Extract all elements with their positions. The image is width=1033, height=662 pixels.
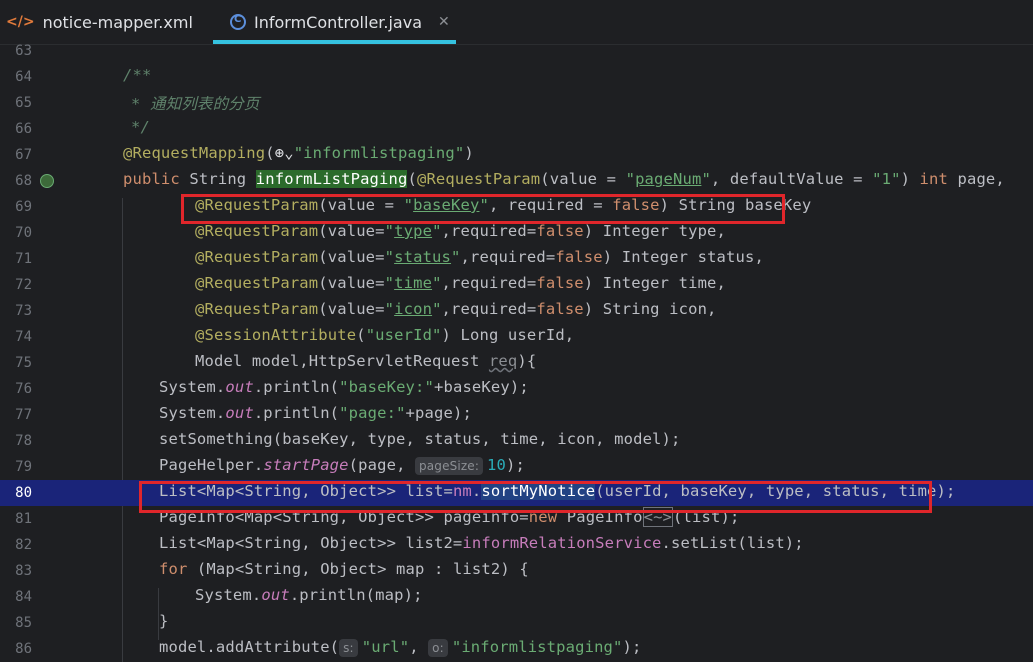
param-hint: o: [428, 639, 448, 657]
line-number: 72 [15, 277, 32, 293]
code-text: System.out.println("page:"+page); [159, 404, 472, 422]
code-line: 84 System.out.println(map); [0, 584, 1033, 610]
xml-file-icon: </> [6, 14, 35, 30]
tab-label: InformController.java [254, 12, 423, 32]
line-number: 79 [15, 459, 32, 475]
highlight-box [181, 194, 785, 224]
code-text: * 通知列表的分页 [131, 95, 260, 113]
param-hint: s: [339, 639, 358, 657]
line-number: 84 [15, 589, 32, 605]
web-endpoint-icon[interactable] [40, 174, 54, 188]
code-line: 85 } [0, 610, 1033, 636]
line-number: 70 [15, 225, 32, 241]
code-text: */ [131, 118, 150, 136]
code-text: @RequestParam(value="time",required=fals… [195, 274, 727, 292]
highlight-box [139, 481, 932, 513]
line-number: 63 [15, 43, 32, 59]
code-line: 79 PageHelper.startPage(page, pageSize: 1… [0, 454, 1033, 480]
code-line: 65 * 通知列表的分页 [0, 90, 1033, 116]
line-number: 76 [15, 381, 32, 397]
code-editor[interactable]: 63 64 /** 65 * 通知列表的分页 66 */ 67 @Request… [0, 38, 1033, 662]
code-text: setSomething(baseKey, type, status, time… [159, 430, 681, 448]
code-text: @RequestParam(value="icon",required=fals… [195, 300, 717, 318]
line-number: 68 [15, 173, 32, 189]
line-number: 65 [15, 95, 32, 111]
code-text: model.addAttribute(s: "url", o: "informlis… [159, 638, 642, 657]
code-text: @RequestMapping(⊕⌄"informlistpaging") [123, 144, 474, 162]
line-number: 69 [15, 199, 32, 215]
code-line: 73 @RequestParam(value="icon",required=f… [0, 298, 1033, 324]
java-class-icon [230, 14, 246, 30]
code-text: /** [123, 66, 152, 84]
code-text: System.out.println(map); [195, 586, 423, 604]
line-number: 74 [15, 329, 32, 345]
line-number: 83 [15, 563, 32, 579]
code-line: 83 for (Map<String, Object> map : list2)… [0, 558, 1033, 584]
code-line: 71 @RequestParam(value="status",required… [0, 246, 1033, 272]
code-line: 78 setSomething(baseKey, type, status, t… [0, 428, 1033, 454]
line-number: 85 [15, 615, 32, 631]
code-line: 75 Model model,HttpServletRequest req){ [0, 350, 1033, 376]
code-line: 68 public String informListPaging(@Reque… [0, 168, 1033, 194]
line-number: 71 [15, 251, 32, 267]
line-number: 77 [15, 407, 32, 423]
code-text: System.out.println("baseKey:"+baseKey); [159, 378, 529, 396]
code-text: for (Map<String, Object> map : list2) { [159, 560, 529, 578]
code-line: 86 model.addAttribute(s: "url", o: "inform… [0, 636, 1033, 662]
code-text: Model model,HttpServletRequest req){ [195, 352, 537, 370]
code-line: 74 @SessionAttribute("userId") Long user… [0, 324, 1033, 350]
code-text: @SessionAttribute("userId") Long userId, [195, 326, 575, 344]
line-number: 81 [15, 511, 32, 527]
line-number: 86 [15, 641, 32, 657]
code-line: 76 System.out.println("baseKey:"+baseKey… [0, 376, 1033, 402]
code-text: @RequestParam(value="type",required=fals… [195, 222, 727, 240]
line-number: 75 [15, 355, 32, 371]
code-line: 67 @RequestMapping(⊕⌄"informlistpaging") [0, 142, 1033, 168]
line-number: 78 [15, 433, 32, 449]
line-number: 80 [15, 485, 32, 501]
code-line: 82 List<Map<String, Object>> list2=infor… [0, 532, 1033, 558]
code-line: 63 [0, 38, 1033, 64]
line-number: 73 [15, 303, 32, 319]
line-number: 67 [15, 147, 32, 163]
code-text: @RequestParam(value="status",required=fa… [195, 248, 764, 266]
code-line: 72 @RequestParam(value="time",required=f… [0, 272, 1033, 298]
line-number: 64 [15, 69, 32, 85]
tab-label: notice-mapper.xml [42, 12, 193, 32]
code-line: 64 /** [0, 64, 1033, 90]
code-text: List<Map<String, Object>> list2=informRe… [159, 534, 804, 552]
code-text: PageHelper.startPage(page, pageSize: 10); [159, 456, 525, 475]
param-hint: pageSize: [415, 457, 484, 475]
code-line: 66 */ [0, 116, 1033, 142]
close-tab-icon[interactable]: ✕ [438, 14, 450, 30]
code-line: 77 System.out.println("page:"+page); [0, 402, 1033, 428]
code-text: } [159, 612, 169, 630]
line-number: 82 [15, 537, 32, 553]
line-number: 66 [15, 121, 32, 137]
code-text: public String informListPaging(@RequestP… [123, 170, 1005, 188]
